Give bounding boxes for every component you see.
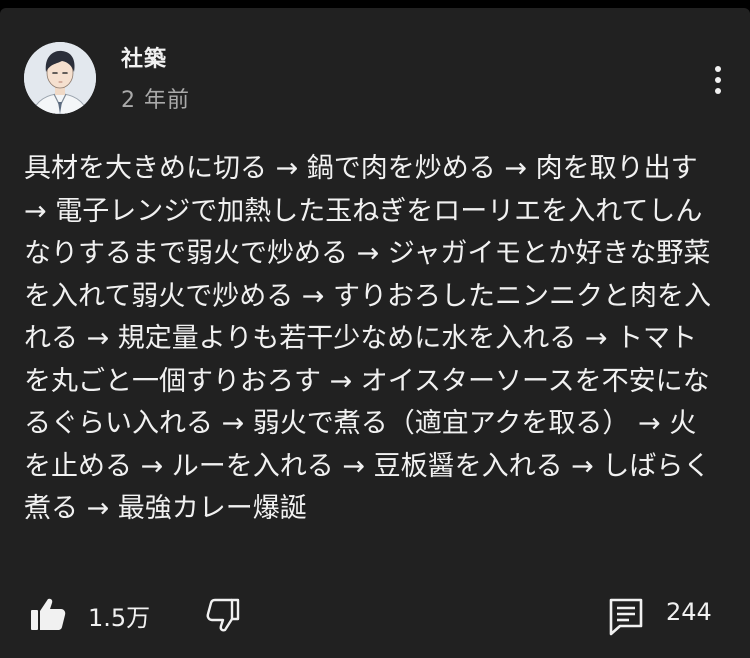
like-count: 1.5万 — [88, 604, 151, 632]
comment-timestamp: 2 年前 — [121, 88, 190, 113]
comment-card: 社築 2 年前 具材を大きめに切る → 鍋で肉を炒める → 肉を取り出す → 電… — [0, 8, 750, 658]
thumbs-down-icon[interactable] — [204, 596, 244, 636]
reply-count[interactable]: 244 — [666, 598, 712, 626]
comment-icon[interactable] — [606, 596, 646, 636]
comment-actions: 1.5万 244 — [0, 588, 750, 638]
more-vert-icon[interactable] — [704, 60, 732, 100]
comment-text: 具材を大きめに切る → 鍋で肉を炒める → 肉を取り出す → 電子レンジで加熱し… — [24, 153, 711, 524]
thumbs-up-icon[interactable] — [28, 594, 68, 634]
avatar[interactable] — [24, 42, 96, 114]
comment-author[interactable]: 社築 — [121, 41, 167, 73]
